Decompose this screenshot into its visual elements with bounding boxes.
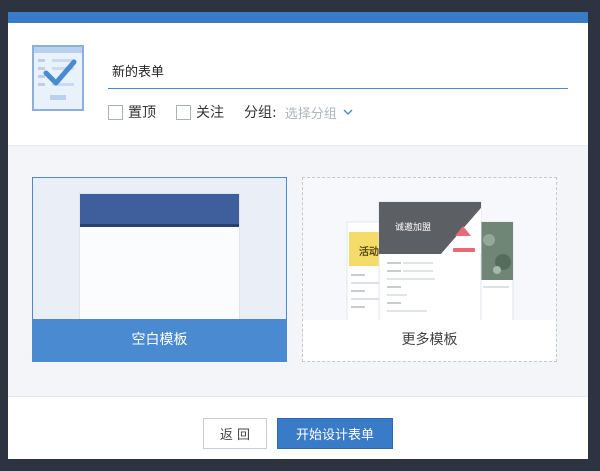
- create-form-dialog: 置顶 关注 分组: 选择分组 空白模板: [8, 12, 588, 459]
- more-templates-preview: 活动 诚邀加盟: [346, 201, 514, 323]
- pin-checkbox[interactable]: [108, 104, 123, 120]
- form-icon[interactable]: [32, 45, 84, 111]
- group-select[interactable]: 选择分组: [285, 103, 353, 122]
- form-name-input[interactable]: [108, 53, 568, 89]
- more-templates-label: 更多模板: [303, 320, 556, 361]
- pin-label: 置顶: [128, 105, 156, 121]
- chevron-down-icon: [343, 109, 353, 115]
- start-design-button[interactable]: 开始设计表单: [277, 418, 393, 449]
- form-header: 置顶 关注 分组: 选择分组: [8, 23, 588, 146]
- dialog-top-bar: [8, 12, 588, 23]
- blank-template-label: 空白模板: [33, 319, 286, 361]
- follow-checkbox[interactable]: [176, 104, 191, 120]
- template-area: 空白模板 活动 诚邀加盟 更多模板: [8, 146, 588, 397]
- activity-text: 活动: [359, 245, 379, 258]
- group-label: 分组:: [244, 105, 277, 121]
- pin-option[interactable]: 置顶: [108, 102, 156, 122]
- preview-header-bar: [80, 194, 239, 227]
- blank-template-preview: [79, 193, 240, 321]
- group-placeholder: 选择分组: [284, 106, 337, 122]
- more-templates-card[interactable]: 活动 诚邀加盟 更多模板: [302, 177, 557, 362]
- back-button[interactable]: 返 回: [203, 418, 267, 449]
- dialog-footer: 返 回 开始设计表单: [8, 397, 588, 459]
- recruit-text: 诚邀加盟: [395, 221, 431, 233]
- form-options: 置顶 关注 分组: 选择分组: [108, 102, 353, 122]
- follow-option[interactable]: 关注: [176, 102, 224, 122]
- blank-template-card[interactable]: 空白模板: [32, 177, 287, 362]
- follow-label: 关注: [196, 105, 224, 121]
